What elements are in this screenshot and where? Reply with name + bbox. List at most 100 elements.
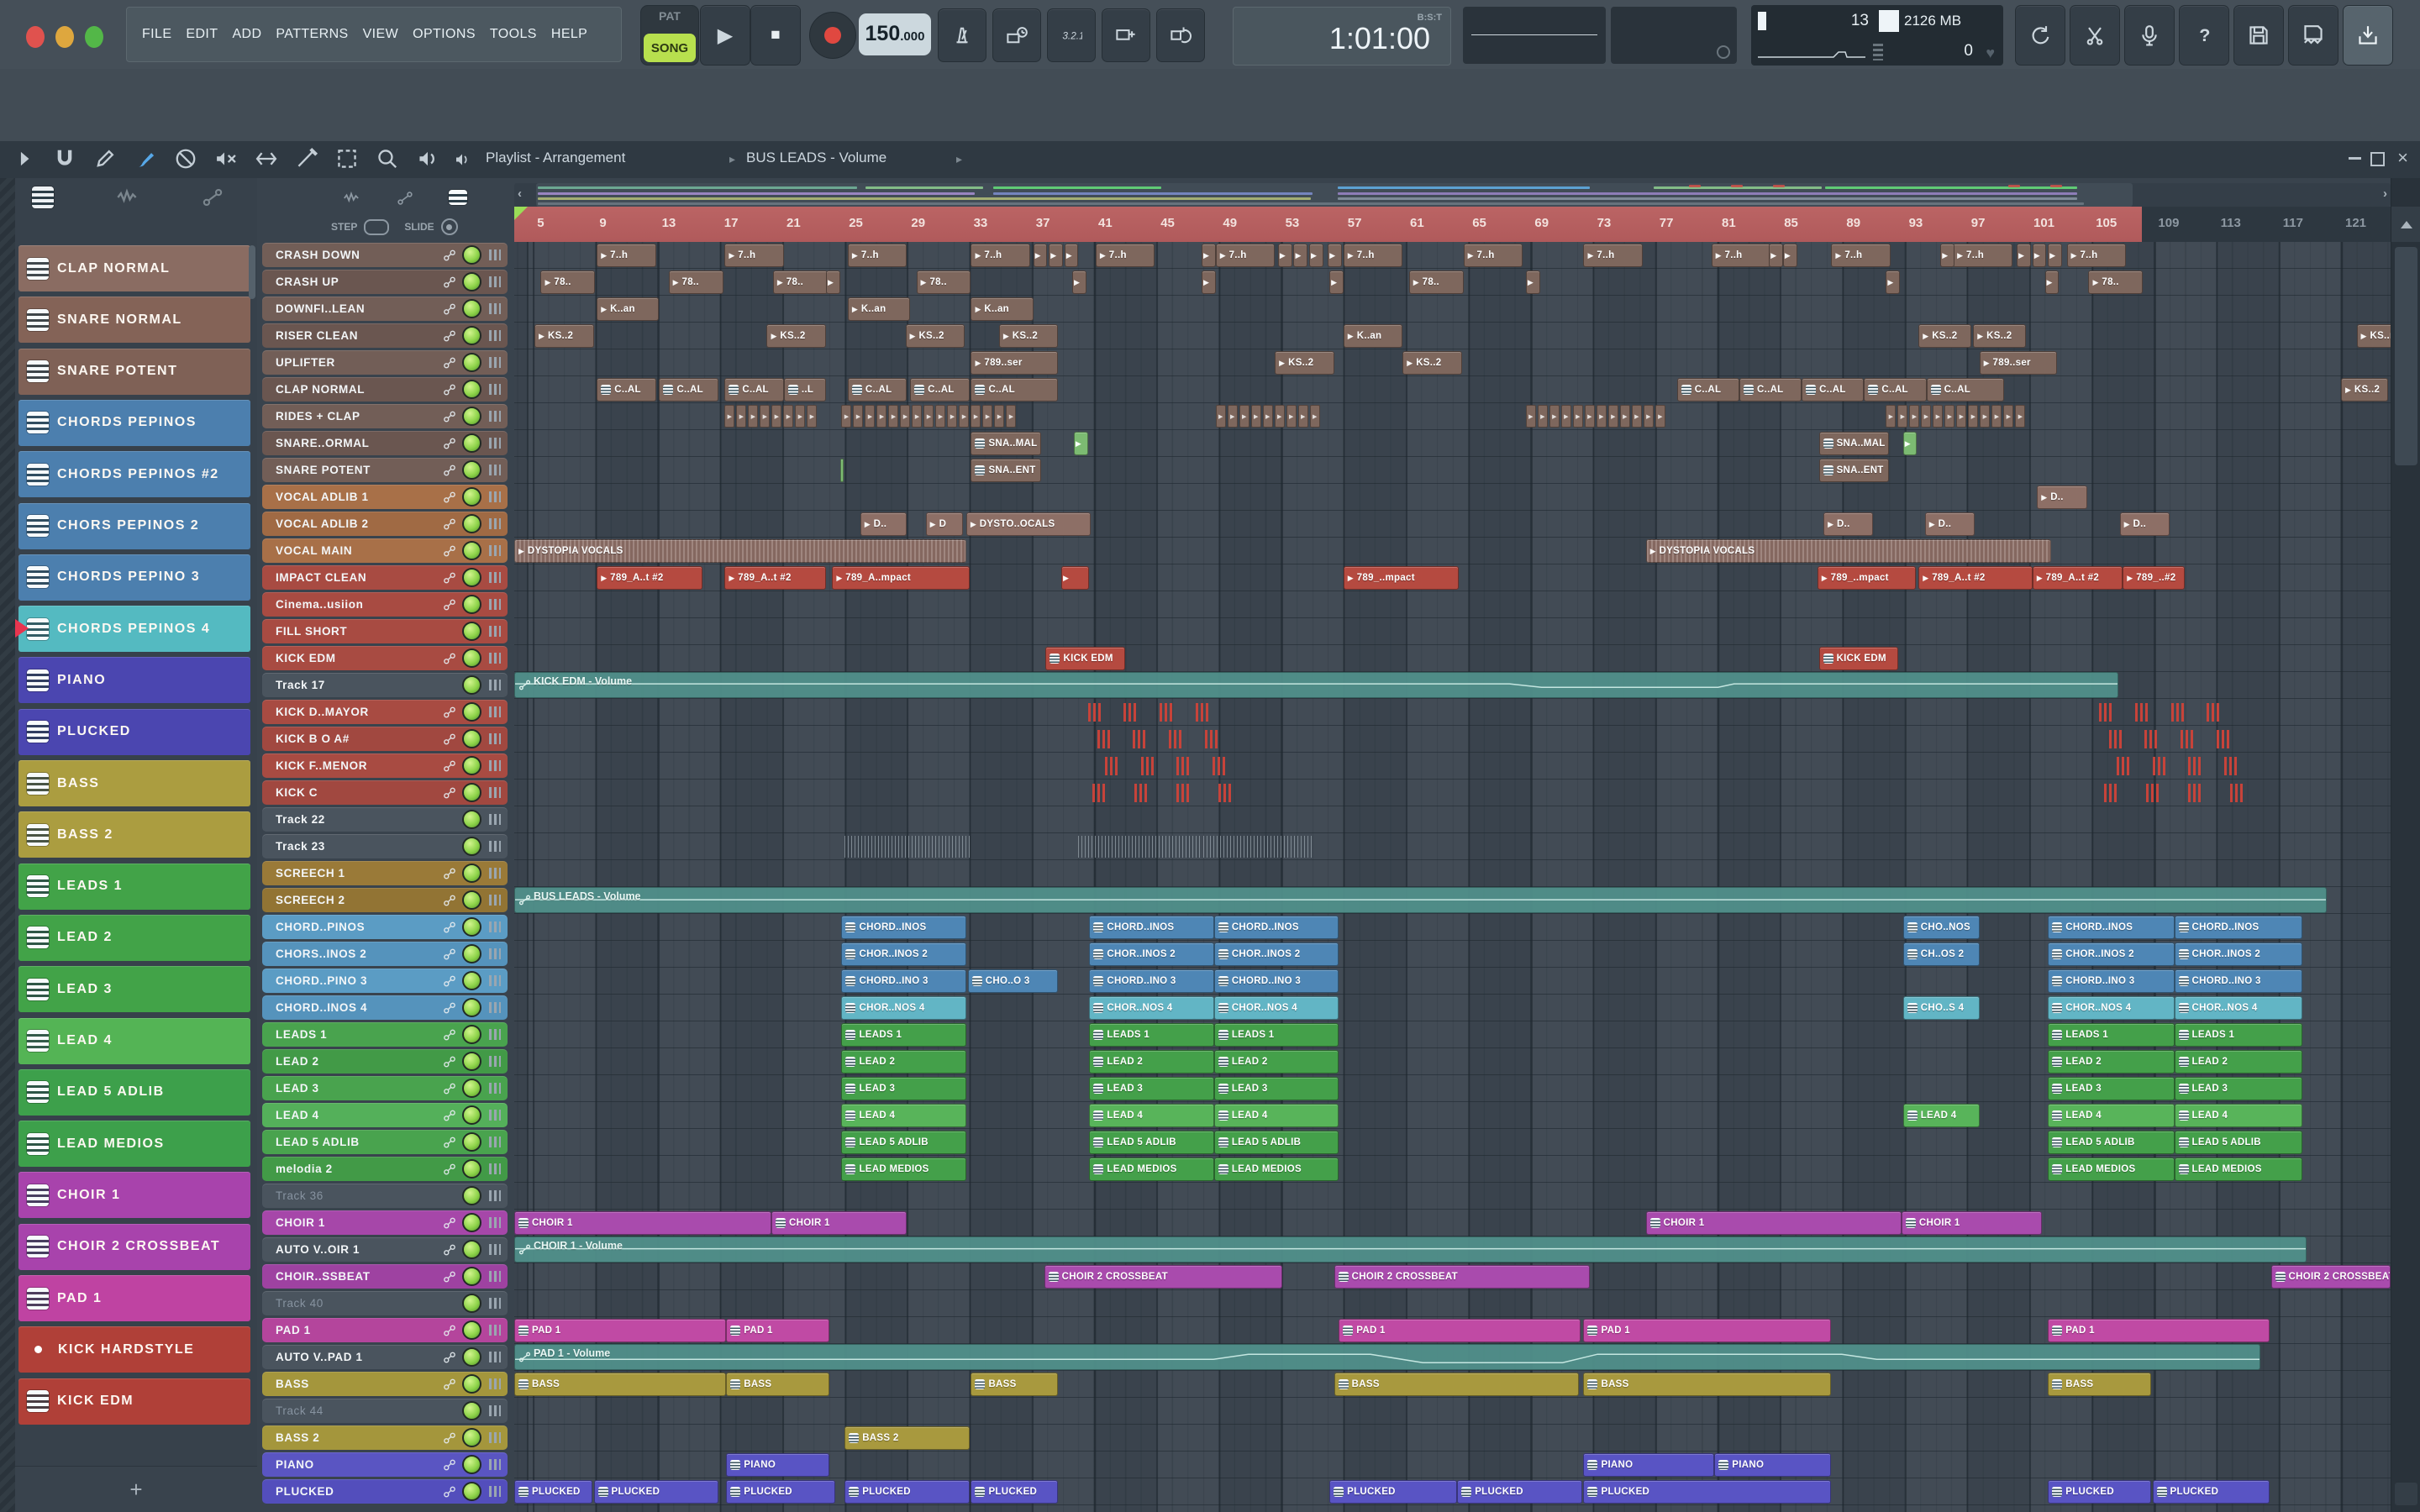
timeline-ruler[interactable]: 5 9 13 17 21 25 29 33 37 41 45 49 53 57 61 65 69 73 77 81 85… (514, 207, 2391, 243)
track-enable-led[interactable] (462, 380, 481, 399)
breadcrumb-arrangement[interactable]: Playlist - Arrangement (486, 150, 625, 166)
picker-item[interactable]: KICK HARDSTYLE (18, 1326, 250, 1373)
audio-chip[interactable]: ▶ (1886, 270, 1901, 294)
kick-note-ticks[interactable] (2146, 784, 2160, 802)
track-header[interactable]: CLAP NORMAL (262, 377, 508, 402)
audio-clip[interactable]: ▶ D.. (1823, 512, 1874, 536)
audio-chip[interactable]: ▶ (1940, 244, 1954, 267)
pattern-clip[interactable]: BASS (1334, 1373, 1579, 1396)
pattern-clip[interactable]: KICK EDM (1045, 647, 1126, 670)
track-header[interactable]: LEAD 5 ADLIB (262, 1130, 508, 1154)
grid-row[interactable] (514, 511, 2391, 538)
track-header[interactable]: Track 36 (262, 1184, 508, 1208)
playstart-marker[interactable] (514, 207, 528, 220)
track-link-icon[interactable] (442, 1108, 457, 1123)
track-link-icon[interactable] (442, 974, 457, 989)
audio-clip[interactable]: ▶ KS..2 (534, 324, 594, 348)
pattern-clip[interactable]: PLUCKED (2152, 1480, 2270, 1504)
audio-clip[interactable]: ▶ 789_A..mpact (832, 566, 970, 590)
automation-clip[interactable]: KICK EDM - Volume (514, 672, 2118, 698)
track-link-icon[interactable] (442, 328, 457, 344)
audio-chip-group[interactable]: ▶ ▶ ▶ ▶ ▶ ▶ ▶ ▶ (724, 405, 818, 428)
playlist-minimap-scrollbar[interactable]: ‹ › (514, 183, 2391, 207)
track-enable-led[interactable] (462, 1347, 481, 1367)
playlist-grid[interactable]: ▶ 7..h ▶ 7..h ▶ 7..h ▶ 7..h ▶ 7..h ▶ 7..h ▶ 7..h ▶ 7..h… (514, 242, 2391, 1512)
pattern-clip[interactable]: LEAD 2 (841, 1050, 966, 1074)
tab-audio-icon[interactable] (114, 186, 139, 208)
track-link-icon[interactable] (442, 302, 457, 317)
save-button[interactable] (2233, 5, 2284, 66)
audio-clip[interactable]: ▶ D.. (2037, 486, 2087, 509)
track-enable-led[interactable] (462, 729, 481, 748)
pattern-clip[interactable]: CHOR..NOS 4 (841, 996, 966, 1020)
audio-clip[interactable]: ▶ 789_A..t #2 (724, 566, 826, 590)
pattern-clip[interactable]: CHO..S 4 (1902, 996, 1980, 1020)
pat-song-toggle[interactable]: PAT SONG (640, 5, 699, 66)
audio-chip[interactable]: ▶ (2017, 244, 2031, 267)
audio-chip[interactable]: ▶ (1782, 244, 1797, 267)
track-enable-led[interactable] (462, 1320, 481, 1340)
delete-circle-tool[interactable] (173, 146, 198, 171)
track-enable-led[interactable] (462, 407, 481, 426)
pattern-clip[interactable]: CHOR..NOS 4 (2048, 996, 2175, 1020)
typing-keyboard-add-button[interactable] (1102, 8, 1150, 62)
slide-toggle[interactable] (440, 218, 458, 235)
audio-clip[interactable]: ▶ 78.. (668, 270, 723, 294)
pattern-clip[interactable]: PAD 1 (1583, 1319, 1832, 1342)
track-enable-led[interactable] (462, 783, 481, 802)
track-link-icon[interactable] (442, 1135, 457, 1150)
kick-note-ticks[interactable] (2108, 730, 2122, 748)
pattern-clip[interactable]: CHO..NOS (1902, 916, 1980, 939)
kick-note-ticks[interactable] (2180, 730, 2193, 748)
track-link-icon[interactable] (442, 1081, 457, 1096)
menu-add[interactable]: ADD (232, 27, 261, 42)
track-header[interactable]: VOCAL ADLIB 1 (262, 485, 508, 509)
audio-clip[interactable]: ▶ 7..h (1095, 244, 1155, 267)
pattern-clip[interactable]: CHOR..NOS 4 (2174, 996, 2302, 1020)
track-link-icon[interactable] (442, 1215, 457, 1231)
track-header[interactable]: LEAD 3 (262, 1076, 508, 1100)
grid-row[interactable] (514, 457, 2391, 484)
track-header[interactable]: BASS (262, 1372, 508, 1396)
pattern-clip[interactable]: CHORD..INOS (841, 916, 966, 939)
pattern-clip[interactable]: CHOIR 1 (771, 1211, 908, 1235)
audio-chip[interactable]: ▶ (1277, 244, 1292, 267)
playlist-speaker-icon[interactable] (452, 150, 472, 169)
link-tool-icon[interactable] (395, 190, 415, 207)
audio-clip[interactable]: ▶ DYSTOPIA VOCALS (514, 539, 966, 563)
track-enable-led[interactable] (462, 1267, 481, 1286)
scroll-corner-box[interactable] (2395, 1483, 2417, 1505)
song-mode-label[interactable]: SONG (644, 34, 696, 62)
grid-row[interactable] (514, 860, 2391, 887)
kick-note-ticks[interactable] (1087, 703, 1101, 722)
pattern-clip[interactable]: LEAD MEDIOS (1089, 1158, 1214, 1181)
track-enable-led[interactable] (462, 1374, 481, 1394)
pattern-clip[interactable]: LEAD 4 (2174, 1104, 2302, 1127)
pattern-clip[interactable]: BASS (514, 1373, 727, 1396)
picker-item[interactable]: PIANO (18, 657, 250, 704)
audio-clip[interactable]: ▶ 7..h (1831, 244, 1891, 267)
vertical-scrollbar[interactable] (2391, 178, 2420, 1512)
kick-note-ticks[interactable] (1140, 757, 1154, 775)
track-link-icon[interactable] (442, 705, 457, 720)
audio-clip[interactable]: ▶ K..an (597, 297, 660, 321)
audio-clip[interactable]: ▶ 7..h (971, 244, 1030, 267)
oscilloscope-panel[interactable] (1463, 7, 1606, 64)
save-new-version-button[interactable] (2288, 5, 2338, 66)
audio-clip[interactable]: ▶ 789_A..t #2 (1918, 566, 2033, 590)
picker-item[interactable]: BASS 2 (18, 811, 250, 858)
track-link-icon[interactable] (442, 517, 457, 532)
track-header[interactable]: Track 22 (262, 807, 508, 832)
menu-edit[interactable]: EDIT (186, 27, 218, 42)
pattern-clip[interactable]: CHOIR 1 (1901, 1211, 2042, 1235)
track-enable-led[interactable] (462, 433, 481, 453)
picker-item[interactable]: KICK EDM (18, 1378, 250, 1425)
track-header[interactable]: SCREECH 1 (262, 861, 508, 885)
track-header[interactable]: CRASH DOWN (262, 243, 508, 267)
audio-clip[interactable]: ▶ KS..2 (1275, 351, 1334, 375)
pattern-clip[interactable]: LEAD 3 (1213, 1077, 1339, 1100)
track-enable-led[interactable] (462, 1105, 481, 1125)
grid-row[interactable] (514, 591, 2391, 618)
kick-note-ticks[interactable] (2152, 757, 2165, 775)
track-link-icon[interactable] (442, 1484, 457, 1499)
